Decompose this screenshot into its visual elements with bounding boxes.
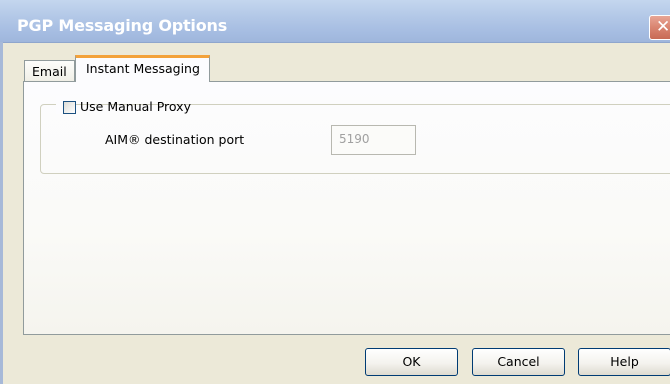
tab-email-label: Email (32, 64, 67, 79)
window-frame-left (0, 42, 3, 384)
close-button[interactable]: ✕ (649, 15, 670, 40)
aim-port-input[interactable]: 5190 (331, 125, 416, 155)
ok-button[interactable]: OK (365, 348, 458, 376)
cancel-button[interactable]: Cancel (472, 348, 565, 376)
help-button[interactable]: Help (578, 348, 670, 376)
close-icon: ✕ (656, 17, 670, 37)
dialog-window: PGP Messaging Options ✕ Email Instant Me… (0, 0, 670, 384)
tab-instant-messaging[interactable]: Instant Messaging (75, 55, 210, 82)
title-bar[interactable]: PGP Messaging Options ✕ (0, 0, 670, 43)
use-manual-proxy-label[interactable]: Use Manual Proxy (80, 99, 191, 114)
use-manual-proxy-checkbox[interactable] (63, 101, 76, 114)
tab-email[interactable]: Email (24, 60, 75, 81)
aim-port-label: AIM® destination port (105, 132, 245, 147)
window-title: PGP Messaging Options (17, 16, 228, 35)
tab-instant-messaging-label: Instant Messaging (86, 61, 200, 76)
